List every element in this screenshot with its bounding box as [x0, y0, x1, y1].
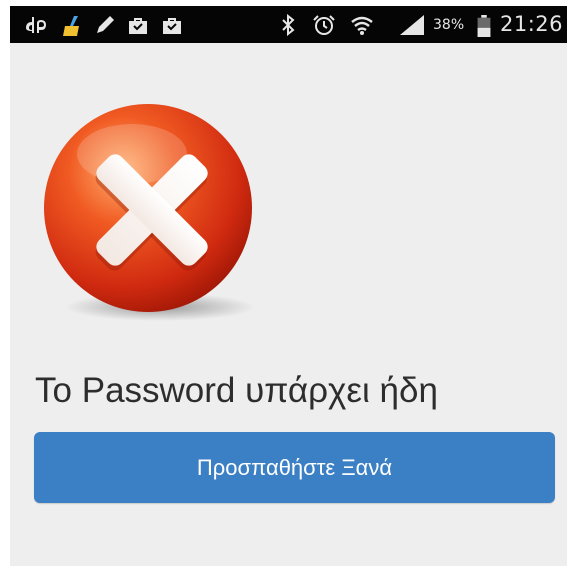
briefcase-icon: [129, 18, 147, 34]
briefcase-check-icon: [163, 18, 181, 34]
clock: 21:26: [500, 12, 564, 36]
battery-icon: [477, 15, 491, 37]
edit-icon: [97, 16, 114, 33]
error-message: Το Password υπάρχει ήδη: [35, 371, 438, 410]
signal-icon: [400, 15, 424, 35]
app-notification-icon: [26, 17, 46, 33]
error-x-icon: [44, 104, 255, 321]
status-bar: 38% 21:26: [10, 6, 567, 43]
cleaner-icon: [63, 16, 79, 36]
retry-button-label: Προσπαθήστε Ξανά: [196, 454, 393, 480]
retry-button[interactable]: Προσπαθήστε Ξανά: [34, 432, 555, 503]
battery-percent: 38%: [433, 17, 465, 33]
wifi-icon: [351, 16, 373, 35]
alarm-icon: [313, 15, 335, 35]
screen: 38% 21:26 Το Password υπάρχει ήδη Προσπα…: [10, 6, 567, 566]
bluetooth-icon: [282, 14, 295, 36]
